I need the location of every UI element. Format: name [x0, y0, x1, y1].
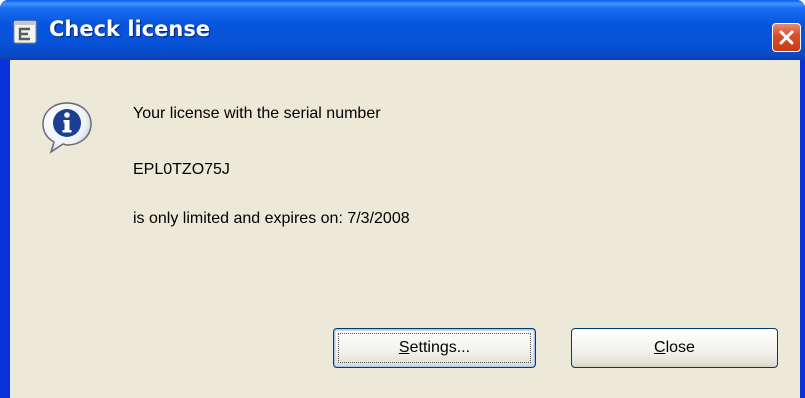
- info-icon: [39, 99, 95, 155]
- close-icon: [779, 30, 794, 45]
- serial-number: EPL0TZO75J: [133, 161, 230, 178]
- close-window-button[interactable]: [772, 23, 801, 52]
- check-license-dialog: Check license Your license with the seri…: [0, 0, 805, 398]
- message-line: Your license with the serial number: [133, 105, 381, 122]
- close-button-label: Close: [654, 339, 695, 356]
- settings-button[interactable]: Settings...: [333, 328, 536, 368]
- title-bar[interactable]: Check license: [0, 0, 805, 60]
- settings-button-label: Settings...: [398, 339, 471, 356]
- dialog-body: Your license with the serial number EPL0…: [10, 60, 800, 398]
- expiry-message: is only limited and expires on: 7/3/2008: [133, 210, 410, 227]
- window-title: Check license: [49, 17, 211, 41]
- app-icon: [13, 20, 37, 44]
- close-button[interactable]: Close: [571, 328, 778, 368]
